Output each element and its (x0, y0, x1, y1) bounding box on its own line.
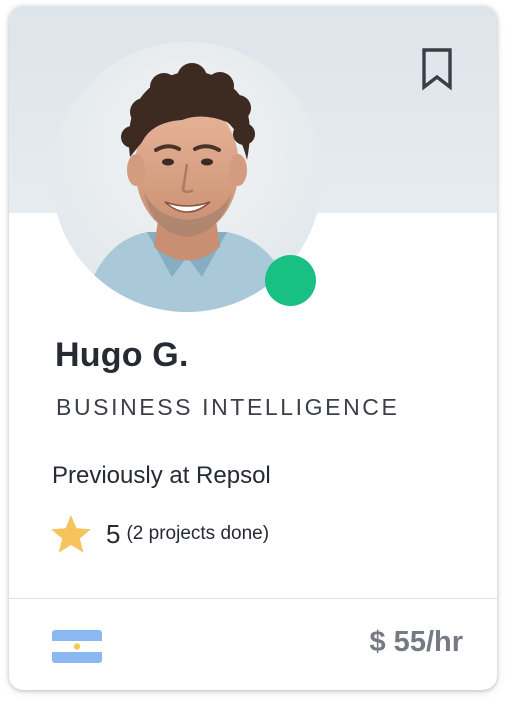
previous-employer: Previously at Repsol (52, 462, 271, 489)
rating-score: 5 (106, 518, 121, 549)
freelancer-card[interactable]: Hugo G. BUSINESS INTELLIGENCE Previously… (9, 6, 497, 690)
hourly-rate: $ 55/hr (369, 626, 464, 658)
freelancer-role: BUSINESS INTELLIGENCE (56, 394, 400, 420)
star-icon (51, 515, 91, 553)
rating: 5 (2 projects done) (50, 514, 269, 554)
argentina-flag-icon (52, 630, 102, 663)
divider (9, 598, 497, 599)
projects-count: (2 projects done) (126, 523, 270, 544)
online-status-indicator (265, 255, 316, 306)
bookmark-icon[interactable] (419, 46, 455, 92)
freelancer-name[interactable]: Hugo G. (55, 336, 189, 375)
